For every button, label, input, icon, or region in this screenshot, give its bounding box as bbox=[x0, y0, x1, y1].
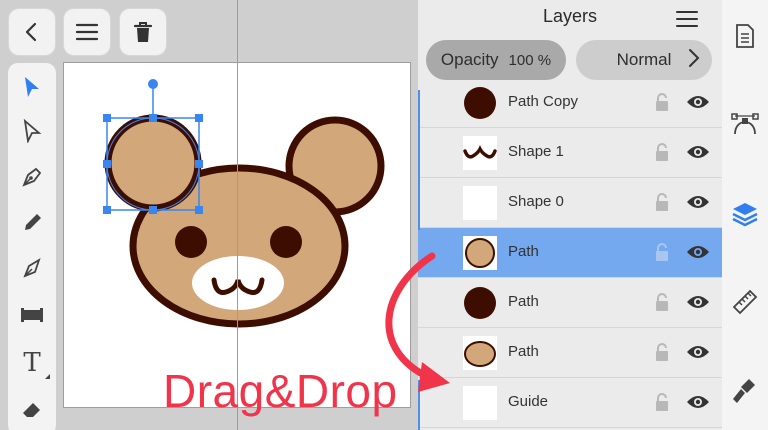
lock-icon[interactable] bbox=[654, 292, 670, 312]
eye-icon[interactable] bbox=[686, 394, 710, 410]
select-arrow-icon bbox=[25, 77, 39, 97]
eye-icon[interactable] bbox=[686, 294, 710, 310]
layer-row[interactable]: Path Copy bbox=[418, 78, 722, 128]
shape-rect-icon bbox=[21, 308, 43, 322]
path-nodes-icon bbox=[731, 113, 759, 135]
back-button[interactable] bbox=[9, 9, 55, 55]
layers-button[interactable] bbox=[722, 194, 768, 234]
layer-thumbnail bbox=[463, 186, 497, 220]
layer-thumbnail bbox=[463, 86, 497, 120]
eye-icon[interactable] bbox=[686, 94, 710, 110]
direct-select-tool[interactable] bbox=[8, 111, 56, 151]
pencil-icon bbox=[25, 214, 41, 230]
path-button[interactable] bbox=[722, 104, 768, 144]
layer-name: Path bbox=[508, 293, 539, 310]
opacity-value: 100 % bbox=[508, 51, 552, 69]
layer-row[interactable]: Shape 1 bbox=[418, 128, 722, 178]
eraser-tool[interactable] bbox=[8, 389, 56, 429]
opacity-control[interactable]: Opacity 100 % bbox=[426, 40, 566, 80]
select-tool[interactable] bbox=[8, 67, 56, 107]
lock-icon[interactable] bbox=[654, 92, 670, 112]
layer-name: Guide bbox=[508, 393, 549, 410]
direct-select-icon bbox=[23, 119, 42, 143]
text-tool-icon: T bbox=[23, 348, 41, 378]
right-toolbar bbox=[722, 0, 768, 430]
lock-icon[interactable] bbox=[654, 192, 670, 212]
pencil-tool[interactable] bbox=[8, 203, 56, 243]
document-button[interactable] bbox=[722, 16, 768, 56]
menu-button[interactable] bbox=[64, 9, 110, 55]
hamburger-icon bbox=[676, 11, 698, 27]
shape-tool[interactable] bbox=[8, 295, 56, 335]
hamburger-icon bbox=[75, 23, 99, 41]
document-icon bbox=[736, 24, 754, 48]
chevron-left-icon bbox=[25, 22, 37, 42]
brush-icon bbox=[23, 257, 41, 278]
trash-icon bbox=[133, 22, 153, 42]
paint-brush-icon bbox=[733, 379, 755, 403]
panel-menu-button[interactable] bbox=[676, 10, 698, 33]
lock-icon[interactable] bbox=[654, 342, 670, 362]
blend-mode-select[interactable]: Normal bbox=[576, 40, 712, 80]
layer-name: Path bbox=[508, 243, 539, 260]
lock-icon[interactable] bbox=[654, 242, 670, 262]
layers-icon bbox=[732, 203, 758, 227]
layer-row[interactable]: Shape 0 bbox=[418, 178, 722, 228]
ruler-button[interactable] bbox=[722, 282, 768, 322]
eye-icon[interactable] bbox=[686, 244, 710, 260]
delete-button[interactable] bbox=[120, 9, 166, 55]
tool-palette: T bbox=[8, 63, 56, 430]
layer-group-line bbox=[418, 90, 420, 230]
lock-icon[interactable] bbox=[654, 142, 670, 162]
layer-name: Shape 0 bbox=[508, 193, 564, 210]
pen-tool[interactable] bbox=[8, 157, 56, 197]
eraser-icon bbox=[23, 403, 40, 417]
pen-tool-icon bbox=[22, 167, 42, 187]
ruler-icon bbox=[732, 289, 758, 315]
drag-drop-annotation: Drag&Drop bbox=[163, 365, 398, 417]
blend-mode-value: Normal bbox=[616, 50, 672, 69]
lock-icon[interactable] bbox=[654, 392, 670, 412]
eye-icon[interactable] bbox=[686, 194, 710, 210]
eye-icon[interactable] bbox=[686, 144, 710, 160]
eye-icon[interactable] bbox=[686, 344, 710, 360]
layer-thumbnail bbox=[463, 136, 497, 170]
chevron-right-icon bbox=[689, 49, 700, 67]
text-tool[interactable]: T bbox=[8, 343, 56, 383]
brush-tool[interactable] bbox=[8, 249, 56, 289]
paint-button[interactable] bbox=[722, 372, 768, 412]
layer-name: Path Copy bbox=[508, 93, 579, 110]
layer-name: Shape 1 bbox=[508, 143, 564, 160]
layer-name: Path bbox=[508, 343, 539, 360]
submenu-indicator-icon bbox=[45, 374, 50, 379]
opacity-label: Opacity bbox=[440, 50, 499, 69]
